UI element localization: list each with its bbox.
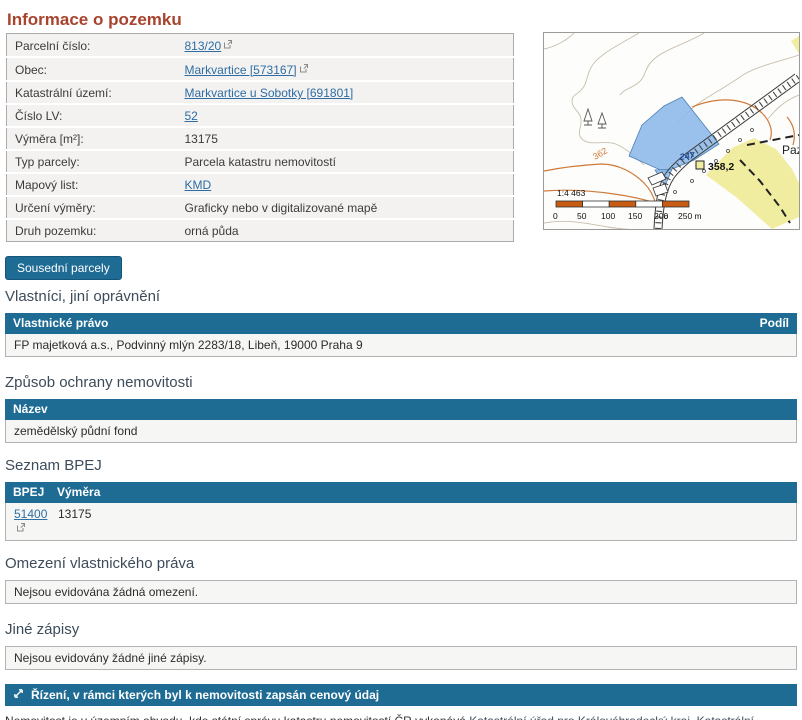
area-determination-value: Graficky nebo v digitalizované mapě [177,196,514,219]
price-records-label: Řízení, v rámci kterých byl k nemovitost… [31,688,379,702]
parcel-type-value: Parcela katastru nemovitostí [177,150,514,173]
cadastral-map-image: 358,2 247 362 Paz 1:4 463 0 50 100 150 2… [544,33,799,229]
map-sheet-link[interactable]: KMD [185,178,212,192]
table-row: Číslo LV: 52 [7,104,514,127]
owners-section: Vlastníci, jiní oprávnění Vlastnické prá… [5,288,797,357]
owner-name: FP majetková a.s., Podvinný mlýn 2283/18… [14,338,363,352]
table-row: Parcelní číslo: 813/20 [7,34,514,58]
section-heading: Seznam BPEJ [5,457,797,475]
scale-tick: 250 m [678,211,702,221]
scale-ratio-label: 1:4 463 [557,188,586,198]
row-label: Výměra [m²]: [7,127,177,150]
row-label: Číslo LV: [7,104,177,127]
owners-table-header: Vlastnické právo Podíl [5,313,797,334]
elevation-point-symbol [696,161,704,169]
lv-number-link[interactable]: 52 [185,109,198,123]
table-row: Katastrální území: Markvartice u Sobotky… [7,81,514,104]
bpej-section: Seznam BPEJ BPEJ Výměra 51400 13175 [5,457,797,541]
price-records-toggle[interactable]: Řízení, v rámci kterých byl k nemovitost… [5,684,797,706]
neighboring-parcels-button[interactable]: Sousední parcely [5,256,122,280]
scale-tick: 150 [628,211,642,221]
scale-tick: 100 [601,211,615,221]
table-row: Druh pozemku: orná půda [7,219,514,242]
bpej-table-header: BPEJ Výměra [5,482,797,503]
cadastral-area-link[interactable]: Markvartice u Sobotky [691801] [185,86,354,100]
elevation-label: 358,2 [708,161,734,173]
row-label: Určení výměry: [7,196,177,219]
row-label: Obec: [7,57,177,81]
parcel-info-table: Parcelní číslo: 813/20 Obec: Markvartice… [6,33,514,242]
lower-sections: Vlastníci, jiní oprávnění Vlastnické prá… [5,288,797,720]
empty-message: Nejsou evidována žádná omezení. [5,580,797,604]
jurisdiction-text: Nemovitost je v územním obvodu, kde stát… [5,714,469,720]
table-row: Výměra [m²]: 13175 [7,127,514,150]
restrictions-section: Omezení vlastnického práva Nejsou evidov… [5,555,797,604]
protection-name: zemědělský půdní fond [14,424,137,438]
parcel-number-link[interactable]: 813/20 [185,39,222,53]
area-value: 13175 [177,127,514,150]
other-records-section: Jiné zápisy Nejsou evidovány žádné jiné … [5,621,797,670]
bpej-area: 13175 [58,507,91,536]
municipality-link[interactable]: Markvartice [573167] [185,63,297,77]
section-heading: Způsob ochrany nemovitosti [5,374,797,392]
table-row: Určení výměry: Graficky nebo v digitaliz… [7,196,514,219]
external-link-icon [223,38,233,52]
scale-tick: 50 [577,211,587,221]
cadastral-map[interactable]: 358,2 247 362 Paz 1:4 463 0 50 100 150 2… [543,32,800,230]
table-row: Mapový list: KMD [7,173,514,196]
row-label: Mapový list: [7,173,177,196]
row-label: Typ parcely: [7,150,177,173]
column-header: Vlastnické právo [13,316,108,331]
section-heading: Vlastníci, jiní oprávnění [5,288,797,306]
table-row: zemědělský půdní fond [5,420,797,443]
column-header: Název [13,402,48,417]
land-type-value: orná půda [177,219,514,242]
row-label: Druh pozemku: [7,219,177,242]
scale-tick: 0 [553,211,558,221]
bpej-code-link[interactable]: 51400 [14,507,47,521]
table-row: Obec: Markvartice [573167] [7,57,514,81]
row-label: Katastrální území: [7,81,177,104]
table-row: 51400 13175 [5,503,797,541]
row-label: Parcelní číslo: [7,34,177,58]
external-link-icon [299,62,309,76]
page-title: Informace o pozemku [7,10,182,30]
external-link-icon [16,521,26,535]
parcel-number-label: 247 [678,150,696,162]
section-heading: Jiné zápisy [5,621,797,639]
column-header: Podíl [760,316,789,331]
parcel-info-page: Informace o pozemku Parcelní číslo: 813/… [0,0,802,720]
protection-section: Způsob ochrany nemovitosti Název zeměděl… [5,374,797,443]
place-name-label: Paz [782,143,799,157]
section-heading: Omezení vlastnického práva [5,555,797,573]
empty-message: Nejsou evidovány žádné jiné zápisy. [5,646,797,670]
expand-icon [13,688,24,702]
scale-tick: 200 [654,211,668,221]
column-header: Výměra [57,485,100,500]
jurisdiction-note: Nemovitost je v územním obvodu, kde stát… [5,713,797,720]
table-row: FP majetková a.s., Podvinný mlýn 2283/18… [5,334,797,357]
column-header: BPEJ [13,485,57,500]
protection-table-header: Název [5,399,797,420]
table-row: Typ parcely: Parcela katastru nemovitost… [7,150,514,173]
